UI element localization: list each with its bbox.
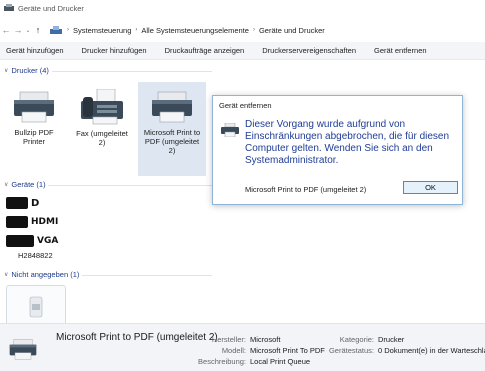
breadcrumb-separator-icon: › — [135, 27, 138, 33]
vga-icon — [6, 235, 34, 247]
vga-badge: VGA — [6, 234, 58, 248]
printer-icon — [14, 91, 54, 123]
dialog-title: Gerät entfernen — [219, 101, 272, 110]
up-arrow-icon[interactable]: ↑ — [32, 25, 44, 35]
device-label: 2) — [168, 146, 176, 155]
device-label: H2848822 — [18, 251, 53, 260]
chevron-down-icon: ∨ — [4, 182, 9, 188]
description-value: Local Print Queue — [250, 357, 311, 366]
breadcrumb-item-all-elements[interactable]: Alle Systemsteuerungselemente — [141, 26, 249, 35]
command-bar: Gerät hinzufügen Drucker hinzufügen Druc… — [0, 42, 485, 60]
device-status-value: 0 Dokument(e) in der Warteschla — [378, 346, 485, 355]
displayport-label: D — [31, 197, 40, 209]
model-label: Modell: — [221, 346, 246, 355]
device-bullzip-printer[interactable]: Bullzip PDF Printer — [4, 86, 64, 176]
vga-label: VGA — [37, 236, 59, 246]
remove-device-button[interactable]: Gerät entfernen — [368, 46, 433, 55]
group-divider — [48, 185, 212, 186]
forward-arrow-icon[interactable]: → — [12, 25, 24, 35]
group-header-devices[interactable]: ∨ Geräte (1) — [4, 180, 46, 189]
dialog-device-name: Microsoft Print to PDF (umgeleitet 2) — [245, 185, 367, 194]
manufacturer-value: Microsoft — [250, 335, 281, 344]
ok-button[interactable]: OK — [403, 181, 458, 194]
displayport-icon — [6, 197, 28, 209]
tower-device-icon — [29, 296, 43, 318]
group-header-unspecified[interactable]: ∨ Nicht angegeben (1) — [4, 270, 79, 279]
breadcrumb-item-devices-printers[interactable]: Geräte und Drucker — [259, 26, 325, 35]
print-server-properties-button[interactable]: Druckerservereigenschaften — [256, 46, 362, 55]
device-label: Fax (umgeleitet — [76, 129, 128, 138]
window-titlebar: Geräte und Drucker — [0, 0, 485, 16]
breadcrumb-item-systemsteuerung[interactable]: Systemsteuerung — [73, 26, 131, 35]
devices-printers-icon — [4, 4, 14, 11]
fax-icon — [81, 88, 123, 125]
printer-icon — [152, 91, 192, 123]
monitor-device[interactable]: D HDMI VGA H2848822 — [6, 196, 58, 260]
remove-device-dialog: Gerät entfernen Dieser Vorgang wurde auf… — [212, 95, 463, 205]
device-label: Printer — [22, 137, 46, 146]
hdmi-icon — [6, 216, 28, 228]
show-print-jobs-button[interactable]: Druckaufträge anzeigen — [159, 46, 251, 55]
group-title-devices: Geräte (1) — [11, 180, 46, 189]
control-panel-icon — [50, 25, 62, 34]
group-header-printers[interactable]: ∨ Drucker (4) — [4, 66, 49, 75]
recent-chevron-icon[interactable]: ⌄ — [24, 27, 32, 34]
chevron-down-icon: ∨ — [4, 68, 9, 74]
selected-device-name: Microsoft Print to PDF (umgeleitet 2) — [56, 332, 218, 343]
model-value: Microsoft Print To PDF — [250, 346, 325, 355]
window-title: Geräte und Drucker — [18, 3, 84, 13]
add-printer-button[interactable]: Drucker hinzufügen — [76, 46, 153, 55]
group-divider — [52, 71, 212, 72]
device-label: 2) — [98, 138, 106, 147]
device-microsoft-print-to-pdf[interactable]: Microsoft Print to PDF (umgeleitet 2) — [138, 82, 206, 176]
hdmi-label: HDMI — [31, 217, 59, 227]
breadcrumb-separator-icon: › — [67, 27, 69, 33]
address-bar: ← → ⌄ ↑ › Systemsteuerung › Alle Systems… — [0, 22, 485, 38]
device-fax[interactable]: Fax (umgeleitet 2) — [70, 86, 134, 176]
displayport-badge: D — [6, 196, 58, 210]
category-value: Drucker — [378, 335, 405, 344]
device-status-label: Gerätestatus: — [328, 346, 374, 355]
add-device-button[interactable]: Gerät hinzufügen — [0, 46, 70, 55]
back-arrow-icon[interactable]: ← — [0, 25, 12, 35]
description-label: Beschreibung: — [198, 357, 246, 366]
printer-icon — [221, 123, 239, 137]
details-pane: Microsoft Print to PDF (umgeleitet 2) He… — [0, 323, 485, 371]
chevron-down-icon: ∨ — [4, 272, 9, 278]
group-title-unspecified: Nicht angegeben (1) — [11, 270, 80, 279]
manufacturer-label: Hersteller: — [211, 335, 246, 344]
group-divider — [82, 275, 212, 276]
unspecified-device-tile[interactable] — [6, 285, 66, 323]
group-title-printers: Drucker (4) — [11, 66, 49, 75]
printer-icon — [9, 339, 37, 360]
device-label: Bullzip PDF — [14, 128, 54, 137]
device-label: PDF (umgeleitet — [144, 137, 200, 146]
breadcrumb: › Systemsteuerung › Alle Systemsteuerung… — [50, 25, 327, 35]
breadcrumb-separator-icon: › — [252, 27, 255, 33]
category-label: Kategorie: — [339, 335, 374, 344]
device-label: Microsoft Print to — [143, 128, 201, 137]
dialog-message: Dieser Vorgang wurde aufgrund von Einsch… — [245, 119, 450, 166]
hdmi-badge: HDMI — [6, 215, 58, 229]
